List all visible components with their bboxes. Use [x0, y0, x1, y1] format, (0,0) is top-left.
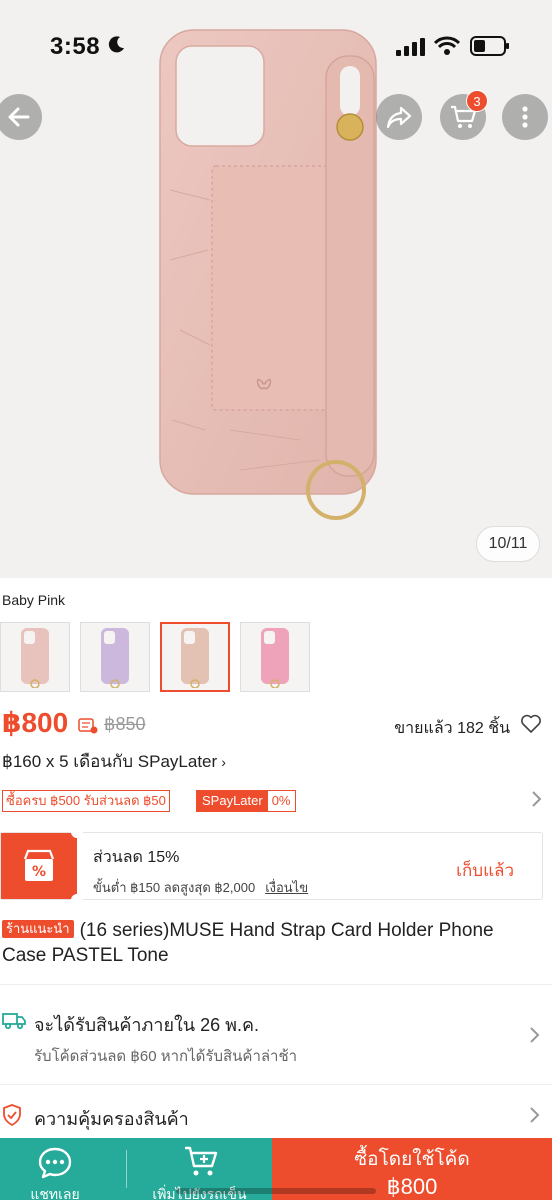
installment-link[interactable]: ฿160 x 5 เดือนกับ SPayLater › [2, 748, 226, 775]
more-vertical-icon [522, 106, 528, 128]
voucher-subtitle: ขั้นต่ำ ฿150 ลดสูงสุด ฿2,000 เงื่อนไข [93, 877, 308, 898]
voucher-title: ส่วนลด 15% [93, 849, 180, 866]
spaylater-rate: 0% [271, 793, 291, 808]
status-time: 3:58 [50, 33, 101, 60]
case-thumb-image [261, 628, 289, 688]
voucher-collected-button[interactable]: เก็บแล้ว [456, 857, 514, 884]
product-image-gallery[interactable]: 3:58 3 10/11 [0, 0, 552, 578]
battery-icon [470, 36, 509, 56]
installment-text: ฿160 x 5 เดือนกับ SPayLater [2, 752, 218, 771]
delivery-estimate: จะได้รับสินค้าภายใน 26 พ.ค. [34, 1015, 260, 1035]
sold-count: ขายแล้ว 182 ชิ้น [394, 720, 510, 737]
image-counter: 10/11 [476, 526, 540, 562]
shop-discount-icon: % [23, 849, 55, 881]
voucher-icon-panel: % [1, 833, 77, 899]
coin-discount-icon [78, 718, 98, 734]
wifi-icon [434, 36, 460, 55]
home-indicator [176, 1188, 376, 1194]
price-row: ฿800 ฿850 ขายแล้ว 182 ชิ้น [0, 706, 552, 742]
share-icon [386, 106, 412, 129]
chevron-right-icon: › [221, 754, 226, 770]
product-title: (16 series)MUSE Hand Strap Card Holder P… [2, 920, 494, 966]
variant-thumb-2[interactable] [80, 622, 150, 692]
case-thumb-image [181, 628, 209, 688]
buy-with-code-label: ซื้อโดยใช้โค้ด [354, 1149, 470, 1170]
chevron-right-icon [530, 1027, 540, 1043]
chat-icon [38, 1147, 72, 1179]
recommended-shop-badge: ร้านแนะนำ [2, 920, 74, 938]
truck-icon [2, 1013, 26, 1030]
case-thumb-image [101, 628, 129, 688]
status-bar: 3:58 [0, 0, 552, 92]
guarantee-title: ความคุ้มครองสินค้า [34, 1109, 189, 1129]
promo-tags-row[interactable]: ซื้อครบ ฿500 รับส่วนลด ฿50 SPayLater 0% [0, 790, 552, 816]
voucher-notch [71, 894, 83, 900]
original-price: ฿850 [104, 714, 146, 734]
cart-plus-icon [185, 1146, 218, 1176]
cart-count-badge: 3 [466, 90, 488, 112]
case-thumb-image [21, 628, 49, 688]
moon-icon [108, 36, 124, 53]
product-guarantee-row[interactable]: ความคุ้มครองสินค้า [0, 1100, 552, 1134]
variant-thumbnails [0, 622, 320, 692]
more-options-button[interactable] [502, 94, 548, 140]
arrow-left-icon [8, 107, 30, 127]
product-title-block: ร้านแนะนำ (16 series)MUSE Hand Strap Card… [2, 918, 542, 968]
current-price: ฿800 [2, 707, 69, 738]
divider [0, 1084, 552, 1085]
spaylater-brand: SPayLater [197, 791, 268, 811]
divider [0, 984, 552, 985]
chat-now-button[interactable]: แชทเลย [0, 1138, 126, 1200]
chevron-right-icon [530, 1107, 540, 1123]
buy-with-code-price: ฿800 [386, 1174, 438, 1199]
variant-selected-label: Baby Pink [2, 592, 66, 608]
signal-icon [396, 38, 425, 56]
variant-thumb-1[interactable] [0, 622, 70, 692]
voucher-terms: ขั้นต่ำ ฿150 ลดสูงสุด ฿2,000 [93, 880, 256, 895]
shop-voucher-card: % ส่วนลด 15% ขั้นต่ำ ฿150 ลดสูงสุด ฿2,00… [0, 832, 543, 900]
svg-text:%: % [32, 864, 46, 880]
delivery-info-row[interactable]: จะได้รับสินค้าภายใน 26 พ.ค. รับโค้ดส่วนล… [0, 1002, 552, 1082]
chat-now-label: แชทเลย [30, 1186, 80, 1200]
variant-thumb-4[interactable] [240, 622, 310, 692]
spaylater-tag: SPayLater 0% [196, 790, 296, 812]
shield-icon [3, 1104, 21, 1126]
variant-thumb-3-selected[interactable] [160, 622, 230, 692]
share-button[interactable] [376, 94, 422, 140]
chevron-right-icon [532, 791, 542, 807]
delivery-guarantee-note: รับโค้ดส่วนลด ฿60 หากได้รับสินค้าล่าช้า [34, 1048, 298, 1065]
cart-button[interactable]: 3 [440, 90, 488, 140]
heart-icon[interactable] [520, 714, 542, 734]
bundle-discount-tag: ซื้อครบ ฿500 รับส่วนลด ฿50 [2, 790, 170, 812]
voucher-conditions-link[interactable]: เงื่อนไข [265, 880, 308, 895]
